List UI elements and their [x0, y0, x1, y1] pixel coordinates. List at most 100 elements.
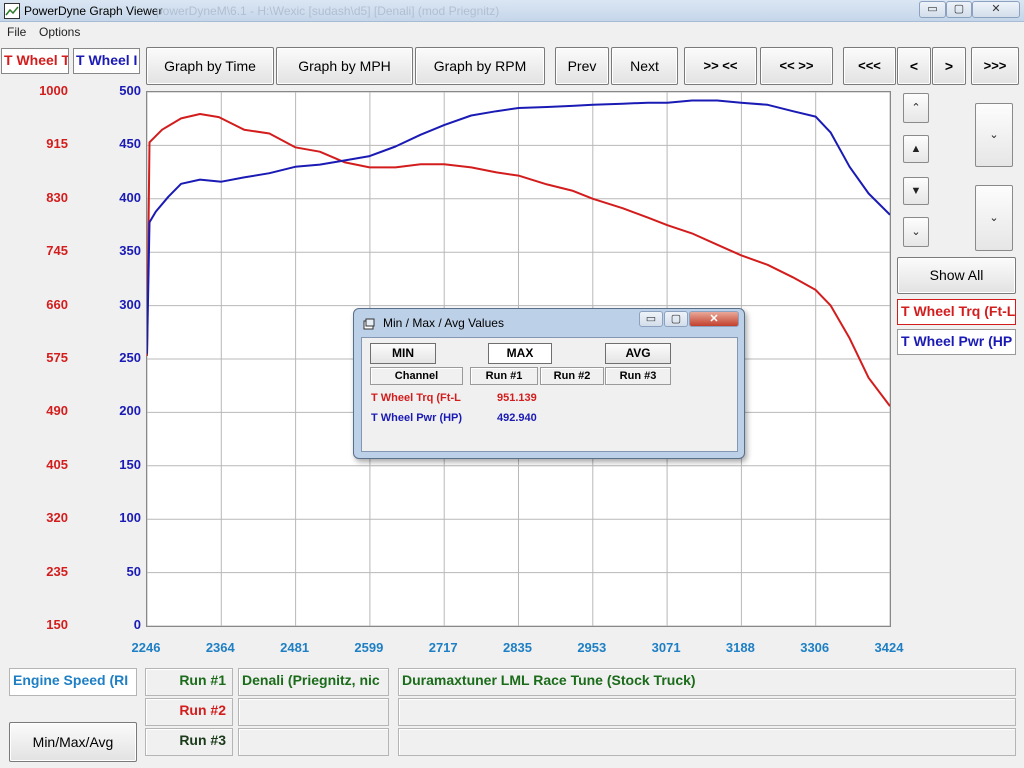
- column-header-run2: Run #2: [540, 367, 604, 385]
- torque-tick-label: 915: [46, 136, 68, 152]
- scroll-left-button[interactable]: <: [897, 47, 931, 85]
- next-button[interactable]: Next: [611, 47, 678, 85]
- torque-tick-label: 660: [46, 296, 68, 312]
- run2-label: Run #2: [145, 698, 233, 726]
- power-tick-label: 50: [126, 563, 141, 579]
- offset-down-fast-button[interactable]: ⌄: [975, 185, 1013, 251]
- x-channel-field[interactable]: Engine Speed (RI: [9, 668, 137, 696]
- rpm-tick-label: 2599: [354, 640, 384, 655]
- dialog-maximize-button[interactable]: ▢: [664, 311, 688, 327]
- power-tick-label: 150: [119, 456, 141, 472]
- prev-button[interactable]: Prev: [555, 47, 609, 85]
- scroll-right-button[interactable]: >: [932, 47, 966, 85]
- app-icon: [4, 3, 20, 19]
- graph-by-rpm-button[interactable]: Graph by RPM: [415, 47, 545, 85]
- torque-tick-label: 575: [46, 350, 68, 365]
- tab-torque-channel[interactable]: T Wheel T: [1, 48, 69, 74]
- rpm-tick-label: 2364: [205, 640, 235, 655]
- rpm-tick-label: 3188: [725, 640, 755, 655]
- run1-vehicle[interactable]: Denali (Priegnitz, nic: [238, 668, 389, 696]
- power-tick-label: 350: [119, 243, 141, 259]
- scale-down-button[interactable]: ▼: [903, 177, 929, 205]
- row-channel-torque: T Wheel Trq (Ft-L: [371, 392, 461, 404]
- run3-vehicle[interactable]: [238, 728, 389, 756]
- menu-options[interactable]: Options: [39, 25, 80, 39]
- power-tick-label: 0: [133, 617, 141, 632]
- row-channel-power: T Wheel Pwr (HP): [371, 412, 463, 424]
- title-bar: PowerDyne Graph Viewer powerDyneM\6.1 - …: [0, 0, 1024, 22]
- rpm-tick-label: 2717: [428, 640, 458, 655]
- triple-chevron-down-icon: ⌄: [989, 129, 999, 141]
- power-tick-label: 250: [119, 350, 141, 365]
- row-value-torque-run1: 951.139: [497, 392, 537, 404]
- rpm-tick-label: 2953: [577, 640, 607, 655]
- chevron-down-icon: ▼: [910, 185, 922, 197]
- dialog-body: MIN MAX AVG Channel Run #1 Run #2 Run #3…: [361, 337, 738, 452]
- torque-tick-label: 320: [46, 510, 68, 526]
- graph-by-time-button[interactable]: Graph by Time: [146, 47, 274, 85]
- rpm-tick-label: 2835: [503, 640, 532, 655]
- rpm-tick-label: 2246: [131, 640, 161, 655]
- scale-up-fast-button[interactable]: ⌃: [903, 93, 929, 123]
- min-max-avg-button[interactable]: Min/Max/Avg: [9, 722, 137, 762]
- power-tick-label: 450: [119, 136, 141, 152]
- dialog-icon: [363, 317, 375, 330]
- menu-bar: File Options: [0, 22, 1024, 41]
- rpm-tick-label: 3306: [800, 640, 830, 655]
- graph-by-mph-button[interactable]: Graph by MPH: [276, 47, 413, 85]
- double-chevron-down-icon: ⌄: [911, 226, 921, 238]
- triple-chevron-down-icon: ⌄: [989, 212, 999, 224]
- dialog-minimize-button[interactable]: ▭: [639, 311, 663, 327]
- column-header-run3: Run #3: [605, 367, 671, 385]
- scroll-far-right-button[interactable]: >>>: [971, 47, 1019, 85]
- tab-power-channel[interactable]: T Wheel I: [73, 48, 140, 74]
- power-tick-label: 500: [119, 83, 141, 98]
- torque-tick-label: 490: [46, 403, 68, 419]
- torque-tick-label: 830: [46, 189, 68, 205]
- rpm-tick-label: 2481: [280, 640, 310, 655]
- dialog-close-button[interactable]: ✕: [689, 311, 739, 327]
- show-all-button[interactable]: Show All: [897, 257, 1016, 294]
- run2-tune[interactable]: [398, 698, 1016, 726]
- dialog-title: Min / Max / Avg Values: [383, 316, 504, 330]
- chevron-up-icon: ▲: [910, 143, 922, 155]
- run3-tune[interactable]: [398, 728, 1016, 756]
- channel-label-power[interactable]: T Wheel Pwr (HP: [897, 329, 1016, 355]
- torque-tick-label: 745: [46, 243, 68, 259]
- close-button[interactable]: ✕: [972, 1, 1020, 18]
- row-value-power-run1: 492.940: [497, 412, 537, 424]
- rpm-tick-label: 3424: [874, 640, 904, 655]
- column-header-channel: Channel: [370, 367, 463, 385]
- double-chevron-up-icon: ⌃: [911, 102, 921, 114]
- power-tick-label: 200: [119, 403, 141, 419]
- run3-label: Run #3: [145, 728, 233, 756]
- scroll-far-left-button[interactable]: <<<: [843, 47, 896, 85]
- power-tick-label: 300: [119, 296, 141, 312]
- max-button[interactable]: MAX: [488, 343, 552, 364]
- scale-up-button[interactable]: ▲: [903, 135, 929, 163]
- channel-label-torque[interactable]: T Wheel Trq (Ft-L: [897, 299, 1016, 325]
- avg-button[interactable]: AVG: [605, 343, 671, 364]
- rpm-tick-label: 3071: [651, 640, 681, 655]
- torque-tick-label: 150: [46, 617, 68, 632]
- power-tick-label: 400: [119, 189, 141, 205]
- window-title-path: powerDyneM\6.1 - H:\Wexic [sudash\d5] [D…: [156, 4, 500, 18]
- torque-tick-label: 235: [46, 563, 68, 579]
- run1-tune[interactable]: Duramaxtuner LML Race Tune (Stock Truck): [398, 668, 1016, 696]
- zoom-in-button[interactable]: >> <<: [684, 47, 757, 85]
- power-tick-label: 100: [119, 510, 141, 526]
- maximize-button[interactable]: ▢: [946, 1, 972, 18]
- menu-file[interactable]: File: [7, 25, 26, 39]
- run2-vehicle[interactable]: [238, 698, 389, 726]
- offset-down-button[interactable]: ⌄: [975, 103, 1013, 167]
- zoom-out-button[interactable]: << >>: [760, 47, 833, 85]
- torque-tick-label: 1000: [39, 83, 68, 98]
- minimize-button[interactable]: ▭: [919, 1, 946, 18]
- torque-tick-label: 405: [46, 456, 68, 472]
- min-max-avg-dialog: Min / Max / Avg Values ▭ ▢ ✕ MIN MAX AVG…: [353, 308, 745, 459]
- min-button[interactable]: MIN: [370, 343, 436, 364]
- window-title: PowerDyne Graph Viewer: [24, 4, 163, 18]
- column-header-run1: Run #1: [470, 367, 538, 385]
- run1-label: Run #1: [145, 668, 233, 696]
- scale-down-fast-button[interactable]: ⌄: [903, 217, 929, 247]
